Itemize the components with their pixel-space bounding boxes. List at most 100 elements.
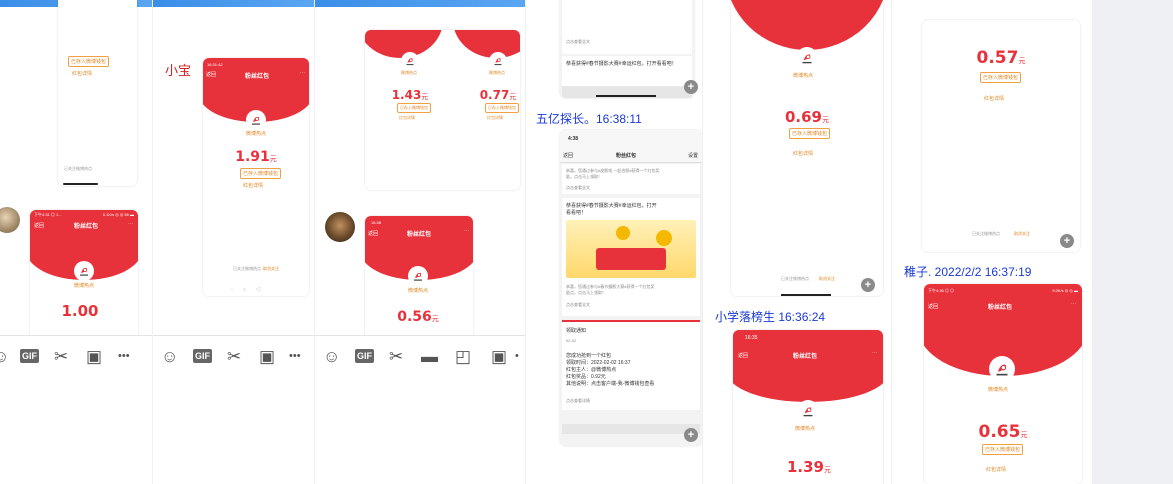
smile-icon[interactable]: ☺: [323, 348, 340, 365]
cancel-follow-link[interactable]: 取消关注: [263, 266, 279, 272]
sender-name: 微博热点: [489, 70, 505, 75]
notify-line: 您成功抢到一个红包: [566, 353, 612, 359]
view-full-link[interactable]: 点击查看全文: [566, 39, 590, 45]
folder-icon[interactable]: ▬: [421, 348, 438, 365]
redpacket-logo-icon: [798, 49, 816, 67]
view-detail-link[interactable]: 点击查看详情: [566, 398, 590, 404]
view-full-link[interactable]: 点击查看全文: [566, 302, 590, 308]
avatar[interactable]: [325, 212, 355, 242]
message-title: 看看吧！: [566, 210, 587, 216]
redpacket-logo-icon: [403, 54, 417, 68]
chat-bubble: 恭喜。您通过参与#皮影戏 一起合照#获得一个红包奖 励，点击马上领取！ 点击查看…: [562, 164, 700, 194]
notify-line: 其他说明：点击客户端-我-微博钱包查看: [566, 381, 655, 387]
more-menu[interactable]: ⋯: [300, 70, 305, 76]
detail-link[interactable]: 红包详情: [986, 466, 1006, 473]
smile-icon[interactable]: ☺: [161, 348, 178, 365]
sender-label-xiaobao: 小宝: [165, 64, 192, 79]
deposited-badge: 已存入微博钱包: [980, 72, 1022, 83]
back-button[interactable]: 返回: [34, 222, 44, 229]
image-icon[interactable]: ▣: [86, 348, 102, 365]
sender-label-xiaoxue: 小学落榜生 16:36:24: [715, 310, 826, 324]
amount-value-left: 1.43元: [391, 88, 429, 102]
more-icon[interactable]: •••: [289, 348, 301, 365]
notify-title: 领取通知: [566, 328, 587, 334]
back-button[interactable]: 返回: [368, 230, 378, 237]
back-button[interactable]: 返回: [738, 352, 748, 359]
image-icon[interactable]: ▣: [259, 348, 275, 365]
redpacket-logo-icon: [248, 112, 264, 128]
chat-title: 粉丝红包: [616, 153, 637, 159]
image-icon[interactable]: ▣: [491, 348, 507, 365]
chat-toolbar: ☺ GIF ✂ ▣ •••: [0, 335, 152, 378]
panel-2: 小宝 16:31:42 返回 粉丝红包 ⋯ 微博热点 1.91元 已存入微博钱包…: [153, 0, 314, 484]
panel-4: 点击查看全文 恭喜获得#春节摄影大赛#幸运红包，打开看看吧！ + 五亿探长。16…: [526, 0, 702, 484]
sender-name: 微博热点: [988, 387, 1009, 393]
cancel-follow-link[interactable]: 取消关注: [819, 276, 835, 282]
back-button[interactable]: 返回: [563, 152, 573, 159]
zoom-icon[interactable]: +: [861, 278, 875, 292]
crop-icon[interactable]: ◰: [455, 348, 471, 365]
page-title: 粉丝红包: [245, 74, 270, 80]
amount-value: 1.00: [61, 302, 99, 320]
panel-3: 微博热点 1.43元 已存入微博钱包 红包详情 微博热点 0.77元 已存入微博…: [315, 0, 525, 484]
status-bar: 下午4:31 ◎ 1...: [34, 212, 62, 217]
chat-screenshot-4b: 4:38 返回 粉丝红包 设置 恭喜。您通过参与#皮影戏 一起合照#获得一个红包…: [560, 130, 702, 446]
red-curve: [731, 0, 883, 50]
nav-bar: ▫ ○ ◁: [231, 287, 261, 293]
amount-value-right: 0.77元: [479, 88, 517, 102]
panel-1: 已存入微博钱包 红包详情 已关注微博热点 下午4:31 ◎ 1... 0.1K/…: [0, 0, 152, 484]
scissors-icon[interactable]: ✂: [389, 348, 403, 365]
more-menu[interactable]: ⋯: [1071, 301, 1076, 307]
chat-bubble: 恭喜获得#春节摄影大赛#幸运红包，打开看看吧！: [562, 56, 692, 86]
gif-icon[interactable]: GIF: [193, 349, 212, 363]
avatar[interactable]: [0, 207, 20, 233]
sender-name: 微博热点: [793, 73, 814, 79]
back-button[interactable]: 返回: [928, 303, 938, 310]
redpacket-banner-image[interactable]: [566, 220, 696, 278]
detail-link[interactable]: 红包详情: [72, 70, 92, 77]
scissors-icon[interactable]: ✂: [54, 348, 68, 365]
chat-bubble: 点击查看全文: [562, 0, 692, 54]
detail-link[interactable]: 红包详情: [984, 95, 1004, 102]
more-menu[interactable]: ⋯: [464, 228, 469, 234]
more-icon[interactable]: •••: [118, 348, 130, 365]
screenshot-card-1a: 已存入微博钱包 红包详情 已关注微博热点: [58, 0, 137, 186]
view-full-link[interactable]: 点击查看全文: [566, 185, 590, 191]
zoom-icon[interactable]: +: [684, 80, 698, 94]
more-menu[interactable]: ⋯: [872, 350, 877, 356]
gif-icon[interactable]: GIF: [20, 349, 39, 363]
more-menu[interactable]: ⋯: [128, 221, 133, 227]
page-title: 粉丝红包: [407, 232, 432, 238]
scissors-icon[interactable]: ✂: [227, 348, 241, 365]
detail-link[interactable]: 红包详情: [793, 150, 813, 157]
notify-line: 领取时间：2022-02-02 16:37: [566, 360, 631, 366]
message-text: 励点，点击马上领取！: [566, 290, 606, 295]
follow-note: 已关注微博热点: [64, 166, 92, 171]
cancel-follow-link[interactable]: 取消关注: [1014, 231, 1030, 237]
detail-link[interactable]: 红包详情: [243, 182, 263, 189]
screenshot-card-3b: 16:38 返回 粉丝红包 ⋯ 微博热点 0.56元: [365, 216, 473, 346]
zoom-icon[interactable]: +: [1060, 234, 1074, 248]
chat-toolbar: ☺ GIF ✂ ▣ •••: [153, 335, 314, 378]
deposited-badge: 已存入微博钱包: [485, 103, 519, 113]
settings-button[interactable]: 设置: [688, 152, 698, 159]
back-button[interactable]: 返回: [206, 71, 216, 78]
status-bar-right: 9.0K/s ◎ ◎ ▬: [1052, 288, 1078, 293]
page-title: 粉丝红包: [793, 354, 818, 360]
screenshot-card-5a: 微博热点 0.69元 已存入微博钱包 红包详情 已关注微博热点 取消关注: [731, 0, 883, 296]
status-bar: 16:31:42: [207, 62, 223, 67]
follow-note: 已关注微博热点: [233, 266, 261, 271]
detail-link[interactable]: 红包详情: [399, 115, 415, 121]
sender-label-zhizi: 稚子. 2022/2/2 16:37:19: [904, 265, 1032, 279]
more-icon[interactable]: •: [515, 348, 519, 365]
sender-name: 微博热点: [401, 70, 417, 75]
redpacket-logo-icon: [410, 268, 426, 284]
screenshot-card-3a: 微博热点 1.43元 已存入微博钱包 红包详情 微博热点 0.77元 已存入微博…: [365, 30, 520, 190]
detail-link[interactable]: 红包详情: [487, 115, 503, 121]
redpacket-logo-icon: [991, 358, 1013, 380]
screenshot-card-6b: 下午4:36 ◎ ◎ 9.0K/s ◎ ◎ ▬ 返回 粉丝红包 ⋯ 微博热点 0…: [924, 284, 1082, 484]
smile-icon[interactable]: ☺: [0, 348, 9, 365]
page-title: 粉丝红包: [988, 305, 1013, 311]
zoom-icon[interactable]: +: [684, 428, 698, 442]
gif-icon[interactable]: GIF: [355, 349, 374, 363]
